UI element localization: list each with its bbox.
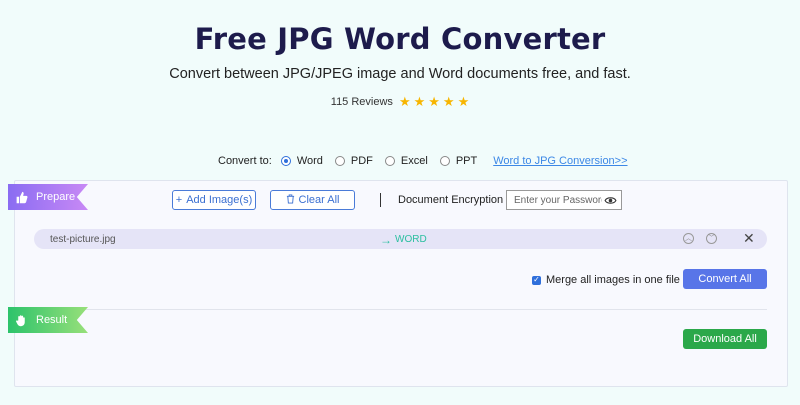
thumbs-up-icon — [14, 190, 28, 204]
radio-excel[interactable]: Excel — [384, 155, 428, 167]
convert-to-label: Convert to: — [218, 155, 272, 167]
password-input[interactable] — [514, 194, 602, 206]
rating-stars: ★ ★ ★ ★ ★ — [399, 95, 469, 108]
merge-checkbox-option[interactable]: ✓ Merge all images in one file — [532, 274, 680, 286]
password-field[interactable] — [506, 190, 622, 210]
trash-icon — [286, 194, 295, 207]
page-title: Free JPG Word Converter — [194, 22, 606, 56]
eye-icon[interactable] — [603, 194, 617, 206]
reviews-count: 115 Reviews — [330, 95, 393, 108]
page-subtitle: Convert between JPG/JPEG image and Word … — [169, 66, 631, 82]
download-all-button[interactable]: Download All — [683, 329, 767, 349]
move-up-icon[interactable]: ︿ — [683, 233, 694, 244]
hand-icon — [14, 313, 28, 327]
radio-button[interactable] — [280, 156, 291, 166]
radio-button[interactable] — [334, 156, 345, 166]
star-icon: ★ — [442, 94, 455, 109]
star-icon: ★ — [413, 94, 426, 109]
radio-ppt[interactable]: PPT — [439, 155, 478, 167]
merge-checkbox[interactable]: ✓ — [532, 275, 541, 285]
radio-pdf[interactable]: PDF — [334, 155, 373, 167]
clear-all-button[interactable]: Clear All — [270, 190, 355, 210]
add-images-button[interactable]: + Add Image(s) — [172, 190, 256, 210]
file-list-item: test-picture.jpg → WORD ︿ ﹀ ✕ — [34, 229, 767, 249]
encryption-label: Document Encryption — [398, 194, 504, 206]
convert-all-button[interactable]: Convert All — [683, 269, 767, 289]
radio-label: Word — [296, 155, 323, 167]
star-icon: ★ — [428, 94, 440, 109]
result-ribbon: Result — [8, 307, 88, 333]
section-divider — [34, 309, 767, 310]
toolbar-divider — [380, 193, 381, 207]
move-down-icon[interactable]: ﹀ — [706, 233, 717, 244]
file-name: test-picture.jpg — [50, 234, 116, 245]
file-target-format: → WORD — [380, 232, 427, 247]
star-icon: ★ — [398, 94, 411, 109]
arrow-right-icon: → — [380, 232, 392, 247]
radio-label: Excel — [400, 155, 428, 167]
prepare-label: Prepare — [36, 191, 76, 203]
merge-label: Merge all images in one file — [546, 274, 680, 286]
prepare-ribbon: Prepare — [8, 184, 88, 210]
word-to-jpg-link[interactable]: Word to JPG Conversion>> — [493, 155, 627, 167]
radio-label: PPT — [455, 155, 478, 167]
convert-to-options: Convert to: Word PDF Excel PPT Word to J… — [218, 155, 628, 167]
close-icon[interactable]: ✕ — [743, 231, 755, 245]
star-icon: ★ — [457, 94, 470, 109]
target-format-label: WORD — [395, 234, 427, 245]
reviews-summary: 115 Reviews ★ ★ ★ ★ ★ — [0, 95, 800, 108]
radio-word[interactable]: Word — [280, 155, 323, 167]
clear-all-label: Clear All — [298, 194, 340, 206]
add-images-label: Add Image(s) — [186, 194, 253, 206]
radio-button[interactable] — [439, 156, 450, 166]
plus-icon: + — [175, 194, 183, 206]
radio-label: PDF — [350, 155, 373, 167]
radio-button[interactable] — [384, 156, 395, 166]
result-label: Result — [36, 314, 68, 326]
